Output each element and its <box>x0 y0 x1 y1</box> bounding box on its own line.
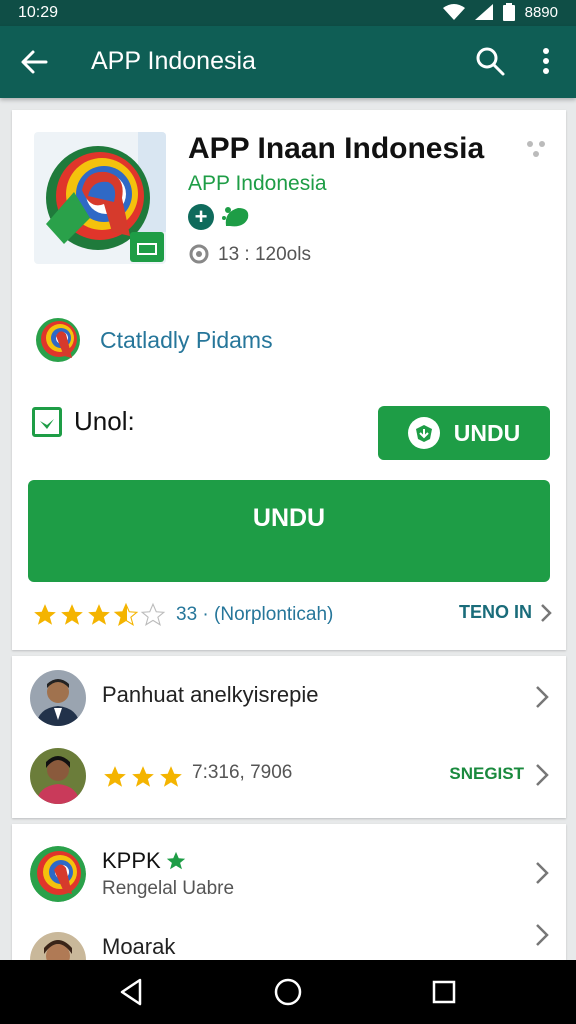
list-item-title-wrap: KPPK <box>102 848 187 874</box>
avatar <box>30 748 86 804</box>
chevron-right-icon[interactable] <box>532 860 552 886</box>
app-title: APP Inaan Indonesia <box>188 132 485 165</box>
install-small-button[interactable]: UNDU <box>378 406 550 460</box>
signal-icon <box>474 4 493 20</box>
reviews-card: Panhuat anelkyisrepie 7:316, 7906 SNEGIS… <box>12 656 566 818</box>
star-icon <box>88 604 110 625</box>
star-icon <box>160 766 182 787</box>
list-item-stars <box>102 764 184 790</box>
status-bar: 10:29 8890 <box>0 0 576 26</box>
list-item-title: KPPK <box>102 848 161 873</box>
back-arrow-icon[interactable] <box>18 46 50 78</box>
battery-icon <box>502 3 515 21</box>
list-item[interactable]: Panhuat anelkyisrepie <box>12 668 566 728</box>
shield-download-icon <box>407 417 440 449</box>
list-item-subtitle: 7:316, 7906 <box>192 762 293 783</box>
chevron-right-icon[interactable] <box>532 922 552 948</box>
app-meta-text: 13 : 120ols <box>218 244 311 265</box>
category-label[interactable]: Ctatladly Pidams <box>100 327 273 354</box>
rating-stars <box>32 602 166 628</box>
install-option-label: Unol: <box>74 406 135 436</box>
list-item-subtitle: Rengelal Uabre <box>102 878 235 899</box>
kppk-logo-icon <box>30 846 86 902</box>
download-check-icon[interactable] <box>32 406 62 437</box>
star-icon <box>166 851 185 870</box>
list-item-title: Panhuat anelkyisrepie <box>102 682 319 707</box>
star-icon <box>132 766 154 787</box>
star-icon <box>113 602 139 626</box>
category-logo-icon <box>36 318 80 362</box>
install-small-button-label: UNDU <box>453 419 521 446</box>
nav-recents-icon[interactable] <box>428 976 460 1008</box>
rating-link[interactable]: TENO IN <box>459 602 552 623</box>
nav-home-icon[interactable] <box>272 976 304 1008</box>
wifi-icon <box>442 4 465 20</box>
search-icon[interactable] <box>474 45 506 77</box>
status-time: 10:29 <box>18 4 59 21</box>
app-toolbar: APP Indonesia <box>0 26 576 98</box>
status-icons: 8890 <box>442 3 558 21</box>
nav-back-icon[interactable] <box>116 976 148 1008</box>
app-detail-card: APP Inaan Indonesia APP Indonesia + 13 :… <box>12 110 566 650</box>
star-icon <box>34 604 56 625</box>
list-item-title: Moarak <box>102 934 176 959</box>
star-icon <box>61 604 83 625</box>
plus-badge-icon: + <box>188 204 214 230</box>
more-vert-icon[interactable] <box>532 45 560 77</box>
category-row[interactable]: Ctatladly Pidams <box>32 316 273 364</box>
related-card: KPPK Rengelal Uabre Moarak <box>12 824 566 988</box>
list-item[interactable]: KPPK Rengelal Uabre <box>12 844 566 904</box>
install-option-row[interactable]: Unol: <box>32 406 135 437</box>
leaf-badge-icon <box>222 207 249 227</box>
developer-name[interactable]: APP Indonesia <box>188 172 327 196</box>
rating-link-label[interactable]: TENO IN <box>459 602 532 623</box>
rating-row: 33 · (Norplonticah) TENO IN <box>32 598 552 632</box>
chevron-right-icon[interactable] <box>532 684 552 710</box>
battery-text: 8890 <box>524 3 558 21</box>
overflow-dots-icon[interactable] <box>524 138 548 162</box>
location-pin-icon <box>189 244 209 264</box>
chevron-right-icon[interactable] <box>532 762 552 788</box>
star-empty-icon <box>140 602 166 626</box>
chevron-right-icon <box>541 603 552 622</box>
avatar <box>30 670 86 726</box>
list-item[interactable]: 7:316, 7906 SNEGIST <box>12 746 566 806</box>
app-meta: 13 : 120ols <box>188 244 311 266</box>
app-logo-icon[interactable] <box>34 132 166 264</box>
list-item-link[interactable]: SNEGIST <box>449 764 524 784</box>
system-nav-bar <box>0 960 576 1024</box>
toolbar-title: APP Indonesia <box>91 47 256 75</box>
install-button[interactable]: UNDU <box>28 480 550 582</box>
badge-group: + <box>188 204 252 230</box>
rating-text: 33 · (Norplonticah) <box>176 604 334 625</box>
star-icon <box>104 766 126 787</box>
